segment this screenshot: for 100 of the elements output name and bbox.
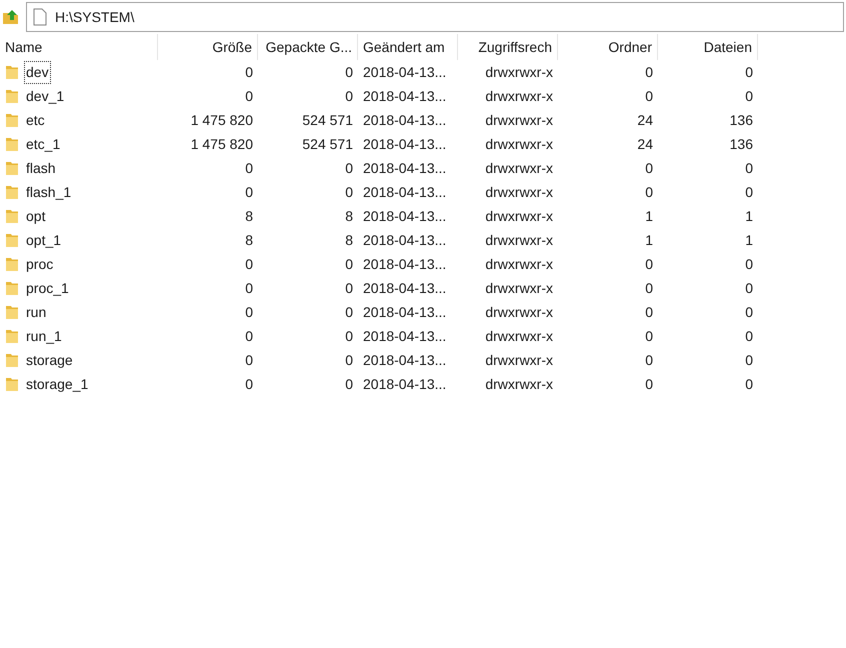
table-cell-text: 136 <box>730 110 753 130</box>
address-field[interactable]: H:\SYSTEM\ <box>26 2 844 32</box>
folder-name[interactable]: etc <box>25 110 46 130</box>
table-cell-text: 0 <box>645 86 653 106</box>
table-cell-text: 8 <box>245 230 253 250</box>
table-cell-text: 0 <box>645 158 653 178</box>
folder-icon <box>5 256 19 272</box>
table-cell-text: 0 <box>745 278 753 298</box>
folder-name[interactable]: opt_1 <box>25 230 62 250</box>
table-cell-text: 0 <box>345 374 353 394</box>
table-cell-text: drwxrwxr-x <box>485 86 553 106</box>
folder-icon <box>5 352 19 368</box>
table-cell-text: 1 <box>745 206 753 226</box>
table-cell-text: 1 <box>745 230 753 250</box>
table-cell-text: 8 <box>345 206 353 226</box>
table-cell-text: drwxrwxr-x <box>485 278 553 298</box>
table-cell-text: 0 <box>745 158 753 178</box>
table-cell-text: 2018-04-13... <box>363 350 446 370</box>
folder-name[interactable]: proc_1 <box>25 278 70 298</box>
table-cell-text: 0 <box>645 350 653 370</box>
folder-name[interactable]: flash_1 <box>25 182 72 202</box>
table-cell-text: drwxrwxr-x <box>485 110 553 130</box>
folder-up-icon[interactable] <box>2 8 20 26</box>
folder-icon <box>5 160 19 176</box>
table-cell-text: 24 <box>637 134 653 154</box>
table-cell-text: 0 <box>745 86 753 106</box>
table-cell-text: 524 571 <box>302 110 353 130</box>
table-cell-text: drwxrwxr-x <box>485 374 553 394</box>
table-cell-text: 0 <box>745 182 753 202</box>
table-cell-text: drwxrwxr-x <box>485 302 553 322</box>
folder-icon <box>5 376 19 392</box>
table-cell-text: 2018-04-13... <box>363 182 446 202</box>
folder-name[interactable]: etc_1 <box>25 134 62 154</box>
table-cell-text: 8 <box>345 230 353 250</box>
table-cell-text: drwxrwxr-x <box>485 62 553 82</box>
folder-icon <box>5 184 19 200</box>
folder-icon <box>5 112 19 128</box>
table-cell-text: 0 <box>245 278 253 298</box>
column-header[interactable]: Geändert am <box>358 34 458 60</box>
table-cell-text: 2018-04-13... <box>363 134 446 154</box>
table-cell-text: 0 <box>645 326 653 346</box>
table-cell-text: 1 475 820 <box>190 134 253 154</box>
table-cell-text: 1 475 820 <box>190 110 253 130</box>
table-cell-text: 0 <box>245 62 253 82</box>
column-header[interactable]: Name <box>0 34 158 60</box>
table-cell-text: 0 <box>245 86 253 106</box>
table-cell-text: drwxrwxr-x <box>485 326 553 346</box>
table-cell-text: drwxrwxr-x <box>485 134 553 154</box>
column-header[interactable]: Dateien <box>658 34 758 60</box>
table-cell-text: 2018-04-13... <box>363 158 446 178</box>
path-text: H:\SYSTEM\ <box>55 8 134 26</box>
table-cell-text: 0 <box>645 254 653 274</box>
column-header[interactable]: Gepackte G... <box>258 34 358 60</box>
table-cell-text: 0 <box>345 326 353 346</box>
folder-name[interactable]: flash <box>25 158 57 178</box>
table-cell-text: drwxrwxr-x <box>485 206 553 226</box>
folder-name[interactable]: dev <box>25 62 50 82</box>
table-cell-text: 2018-04-13... <box>363 374 446 394</box>
table-cell-text: 2018-04-13... <box>363 86 446 106</box>
table-cell-text: 1 <box>645 230 653 250</box>
table-cell-text: 0 <box>245 326 253 346</box>
table-cell-text: 2018-04-13... <box>363 302 446 322</box>
table-cell-text: 0 <box>245 374 253 394</box>
folder-icon <box>5 88 19 104</box>
table-cell-text: 0 <box>245 302 253 322</box>
table-cell-text: drwxrwxr-x <box>485 350 553 370</box>
table-cell-text: 24 <box>637 110 653 130</box>
table-cell-text: 0 <box>745 350 753 370</box>
table-cell-text: 0 <box>345 182 353 202</box>
folder-name[interactable]: opt <box>25 206 46 226</box>
table-cell-text: 2018-04-13... <box>363 278 446 298</box>
column-header[interactable]: Ordner <box>558 34 658 60</box>
table-cell-text: 2018-04-13... <box>363 110 446 130</box>
folder-name[interactable]: run <box>25 302 48 322</box>
table-cell-text: 8 <box>245 206 253 226</box>
table-cell-text: drwxrwxr-x <box>485 182 553 202</box>
table-cell-text: 0 <box>245 158 253 178</box>
table-cell-text: 0 <box>245 350 253 370</box>
table-cell-text: 0 <box>345 158 353 178</box>
folder-name[interactable]: proc <box>25 254 54 274</box>
table-cell-text: 0 <box>345 254 353 274</box>
folder-name[interactable]: storage_1 <box>25 374 90 394</box>
folder-icon <box>5 136 19 152</box>
table-cell-text: 136 <box>730 134 753 154</box>
folder-icon <box>5 232 19 248</box>
folder-name[interactable]: storage <box>25 350 74 370</box>
table-cell-text: 0 <box>645 62 653 82</box>
folder-icon <box>5 64 19 80</box>
table-cell-text: 0 <box>345 350 353 370</box>
table-cell-text: 0 <box>745 302 753 322</box>
table-cell-text: 0 <box>745 326 753 346</box>
table-cell-text: 2018-04-13... <box>363 206 446 226</box>
table-cell-text: 2018-04-13... <box>363 254 446 274</box>
folder-name[interactable]: run_1 <box>25 326 63 346</box>
folder-name[interactable]: dev_1 <box>25 86 66 106</box>
folder-icon <box>5 304 19 320</box>
column-header[interactable]: Zugriffsrech <box>458 34 558 60</box>
table-cell-text: 0 <box>645 278 653 298</box>
column-header[interactable]: Größe <box>158 34 258 60</box>
folder-icon <box>5 328 19 344</box>
